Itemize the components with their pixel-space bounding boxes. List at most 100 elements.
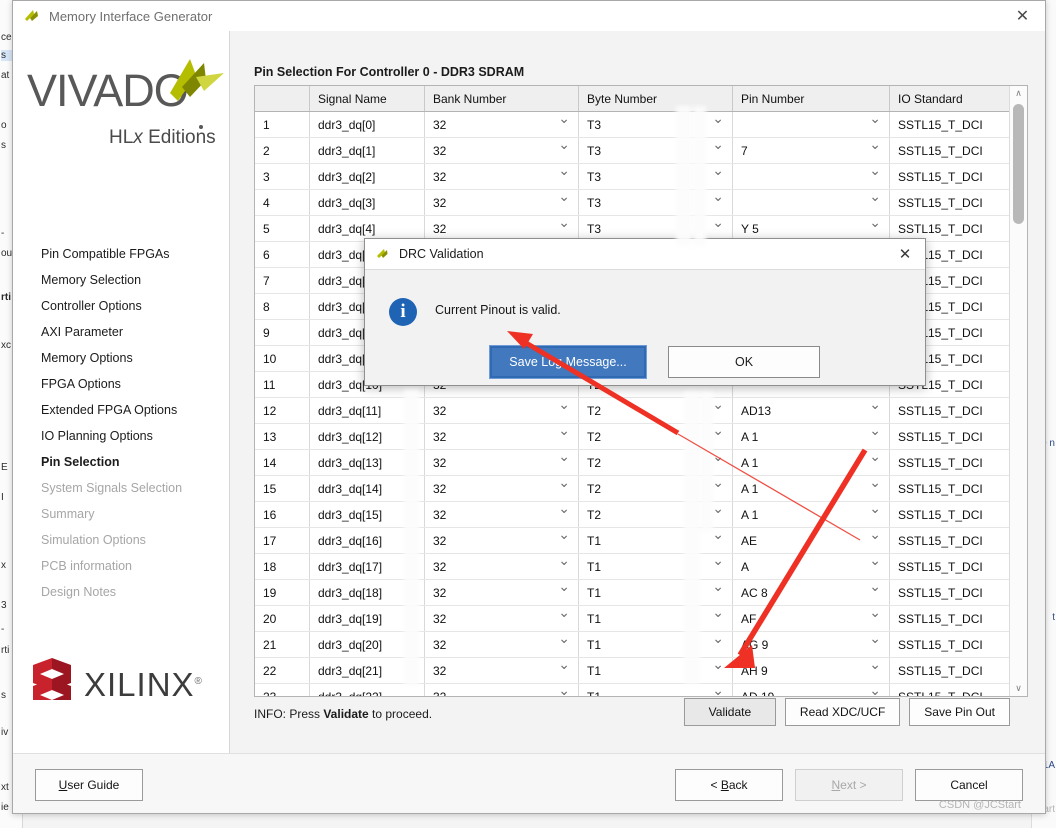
cell-bank-number-dropdown[interactable]: 32 ⌄ [424, 501, 579, 528]
cell-pin-number-dropdown[interactable]: 7 ⌄ [732, 137, 890, 164]
table-vertical-scrollbar[interactable]: ∧ ∨ [1009, 86, 1027, 696]
chevron-down-icon[interactable]: ⌄ [558, 606, 570, 620]
cell-pin-number-dropdown[interactable]: AE ⌄ [732, 527, 890, 554]
dialog-titlebar[interactable]: DRC Validation ✕ [365, 239, 925, 270]
scroll-up-arrow-icon[interactable]: ∧ [1010, 86, 1027, 101]
chevron-down-icon[interactable]: ⌄ [558, 684, 570, 697]
column-header-byte-number[interactable]: Byte Number [578, 86, 733, 112]
cell-pin-number-dropdown[interactable]: A 1 ⌄ [732, 501, 890, 528]
chevron-down-icon[interactable]: ⌄ [558, 216, 570, 230]
cell-bank-number-dropdown[interactable]: 32 ⌄ [424, 527, 579, 554]
chevron-down-icon[interactable]: ⌄ [558, 190, 570, 204]
cell-byte-number-dropdown[interactable]: T3 ⌄ [578, 163, 733, 190]
chevron-down-icon[interactable]: ⌄ [558, 502, 570, 516]
chevron-down-icon[interactable]: ⌄ [712, 606, 724, 620]
chevron-down-icon[interactable]: ⌄ [869, 476, 881, 490]
cell-bank-number-dropdown[interactable]: 32 ⌄ [424, 631, 579, 658]
cell-pin-number-dropdown[interactable]: ⌄ [732, 189, 890, 216]
cell-bank-number-dropdown[interactable]: 32 ⌄ [424, 553, 579, 580]
table-row[interactable]: 19 ddr3_dq[18] 32 ⌄ T1 ⌄ AC 8 ⌄ SSTL15_T_DCI [255, 579, 1027, 606]
user-guide-button[interactable]: User Guide [35, 769, 143, 801]
sidebar-item-axi-parameter[interactable]: AXI Parameter [13, 319, 229, 345]
chevron-down-icon[interactable]: ⌄ [869, 138, 881, 152]
cell-bank-number-dropdown[interactable]: 32 ⌄ [424, 579, 579, 606]
cell-pin-number-dropdown[interactable]: AD 19 ⌄ [732, 683, 890, 697]
save-pin-out-button[interactable]: Save Pin Out [909, 698, 1010, 726]
chevron-down-icon[interactable]: ⌄ [558, 398, 570, 412]
cell-pin-number-dropdown[interactable]: A ⌄ [732, 553, 890, 580]
chevron-down-icon[interactable]: ⌄ [869, 216, 881, 230]
chevron-down-icon[interactable]: ⌄ [712, 502, 724, 516]
cell-byte-number-dropdown[interactable]: T1 ⌄ [578, 605, 733, 632]
chevron-down-icon[interactable]: ⌄ [712, 450, 724, 464]
table-row[interactable]: 23 ddr3_dq[22] 32 ⌄ T1 ⌄ AD 19 ⌄ SSTL15_T_DCI [255, 683, 1027, 697]
chevron-down-icon[interactable]: ⌄ [712, 580, 724, 594]
chevron-down-icon[interactable]: ⌄ [869, 502, 881, 516]
dialog-close-icon[interactable]: ✕ [885, 240, 925, 269]
cell-byte-number-dropdown[interactable]: T2 ⌄ [578, 423, 733, 450]
chevron-down-icon[interactable]: ⌄ [712, 528, 724, 542]
cell-bank-number-dropdown[interactable]: 32 ⌄ [424, 111, 579, 138]
chevron-down-icon[interactable]: ⌄ [869, 424, 881, 438]
window-close-icon[interactable]: ✕ [1000, 2, 1045, 31]
cell-byte-number-dropdown[interactable]: T1 ⌄ [578, 657, 733, 684]
cell-byte-number-dropdown[interactable]: T1 ⌄ [578, 579, 733, 606]
table-row[interactable]: 2 ddr3_dq[1] 32 ⌄ T3 ⌄ 7 ⌄ SSTL15_T_DCI [255, 137, 1027, 164]
chevron-down-icon[interactable]: ⌄ [712, 216, 724, 230]
sidebar-item-pin-selection[interactable]: Pin Selection [13, 449, 229, 475]
column-header-signal-name[interactable]: Signal Name [309, 86, 425, 112]
ok-button[interactable]: OK [668, 346, 820, 378]
table-row[interactable]: 4 ddr3_dq[3] 32 ⌄ T3 ⌄ ⌄ SSTL15_T_DCI [255, 189, 1027, 216]
table-row[interactable]: 22 ddr3_dq[21] 32 ⌄ T1 ⌄ AH 9 ⌄ SSTL15_T_DCI [255, 657, 1027, 684]
chevron-down-icon[interactable]: ⌄ [869, 632, 881, 646]
save-log-message-button[interactable]: Save Log Message... [489, 345, 647, 379]
chevron-down-icon[interactable]: ⌄ [869, 684, 881, 697]
table-row[interactable]: 16 ddr3_dq[15] 32 ⌄ T2 ⌄ A 1 ⌄ SSTL15_T_DCI [255, 501, 1027, 528]
chevron-down-icon[interactable]: ⌄ [712, 684, 724, 697]
cell-pin-number-dropdown[interactable]: A 1 ⌄ [732, 423, 890, 450]
column-header-index[interactable] [255, 86, 310, 112]
cell-byte-number-dropdown[interactable]: T1 ⌄ [578, 631, 733, 658]
cell-bank-number-dropdown[interactable]: 32 ⌄ [424, 657, 579, 684]
chevron-down-icon[interactable]: ⌄ [869, 190, 881, 204]
sidebar-item-controller-options[interactable]: Controller Options [13, 293, 229, 319]
table-row[interactable]: 20 ddr3_dq[19] 32 ⌄ T1 ⌄ AF ⌄ SSTL15_T_DCI [255, 605, 1027, 632]
cell-bank-number-dropdown[interactable]: 32 ⌄ [424, 449, 579, 476]
cell-byte-number-dropdown[interactable]: T3 ⌄ [578, 111, 733, 138]
chevron-down-icon[interactable]: ⌄ [712, 476, 724, 490]
chevron-down-icon[interactable]: ⌄ [869, 606, 881, 620]
table-row[interactable]: 14 ddr3_dq[13] 32 ⌄ T2 ⌄ A 1 ⌄ SSTL15_T_DCI [255, 449, 1027, 476]
chevron-down-icon[interactable]: ⌄ [558, 554, 570, 568]
cell-byte-number-dropdown[interactable]: T1 ⌄ [578, 553, 733, 580]
chevron-down-icon[interactable]: ⌄ [558, 528, 570, 542]
chevron-down-icon[interactable]: ⌄ [558, 424, 570, 438]
chevron-down-icon[interactable]: ⌄ [712, 190, 724, 204]
column-header-pin-number[interactable]: Pin Number [732, 86, 890, 112]
cell-pin-number-dropdown[interactable]: ⌄ [732, 163, 890, 190]
chevron-down-icon[interactable]: ⌄ [712, 138, 724, 152]
chevron-down-icon[interactable]: ⌄ [558, 112, 570, 126]
cell-pin-number-dropdown[interactable]: AG 9 ⌄ [732, 631, 890, 658]
chevron-down-icon[interactable]: ⌄ [869, 528, 881, 542]
cell-bank-number-dropdown[interactable]: 32 ⌄ [424, 137, 579, 164]
table-row[interactable]: 18 ddr3_dq[17] 32 ⌄ T1 ⌄ A ⌄ SSTL15_T_DCI [255, 553, 1027, 580]
chevron-down-icon[interactable]: ⌄ [712, 398, 724, 412]
chevron-down-icon[interactable]: ⌄ [869, 450, 881, 464]
scroll-down-arrow-icon[interactable]: ∨ [1010, 681, 1027, 696]
sidebar-item-memory-selection[interactable]: Memory Selection [13, 267, 229, 293]
chevron-down-icon[interactable]: ⌄ [712, 164, 724, 178]
chevron-down-icon[interactable]: ⌄ [712, 632, 724, 646]
table-row[interactable]: 17 ddr3_dq[16] 32 ⌄ T1 ⌄ AE ⌄ SSTL15_T_DCI [255, 527, 1027, 554]
chevron-down-icon[interactable]: ⌄ [558, 632, 570, 646]
chevron-down-icon[interactable]: ⌄ [712, 554, 724, 568]
chevron-down-icon[interactable]: ⌄ [558, 476, 570, 490]
cell-byte-number-dropdown[interactable]: T2 ⌄ [578, 475, 733, 502]
cell-pin-number-dropdown[interactable]: AH 9 ⌄ [732, 657, 890, 684]
column-header-io-standard[interactable]: IO Standard [889, 86, 1027, 112]
cell-byte-number-dropdown[interactable]: T2 ⌄ [578, 397, 733, 424]
cell-bank-number-dropdown[interactable]: 32 ⌄ [424, 605, 579, 632]
cell-pin-number-dropdown[interactable]: ⌄ [732, 111, 890, 138]
cell-pin-number-dropdown[interactable]: AD13 ⌄ [732, 397, 890, 424]
chevron-down-icon[interactable]: ⌄ [712, 424, 724, 438]
sidebar-item-io-planning-options[interactable]: IO Planning Options [13, 423, 229, 449]
